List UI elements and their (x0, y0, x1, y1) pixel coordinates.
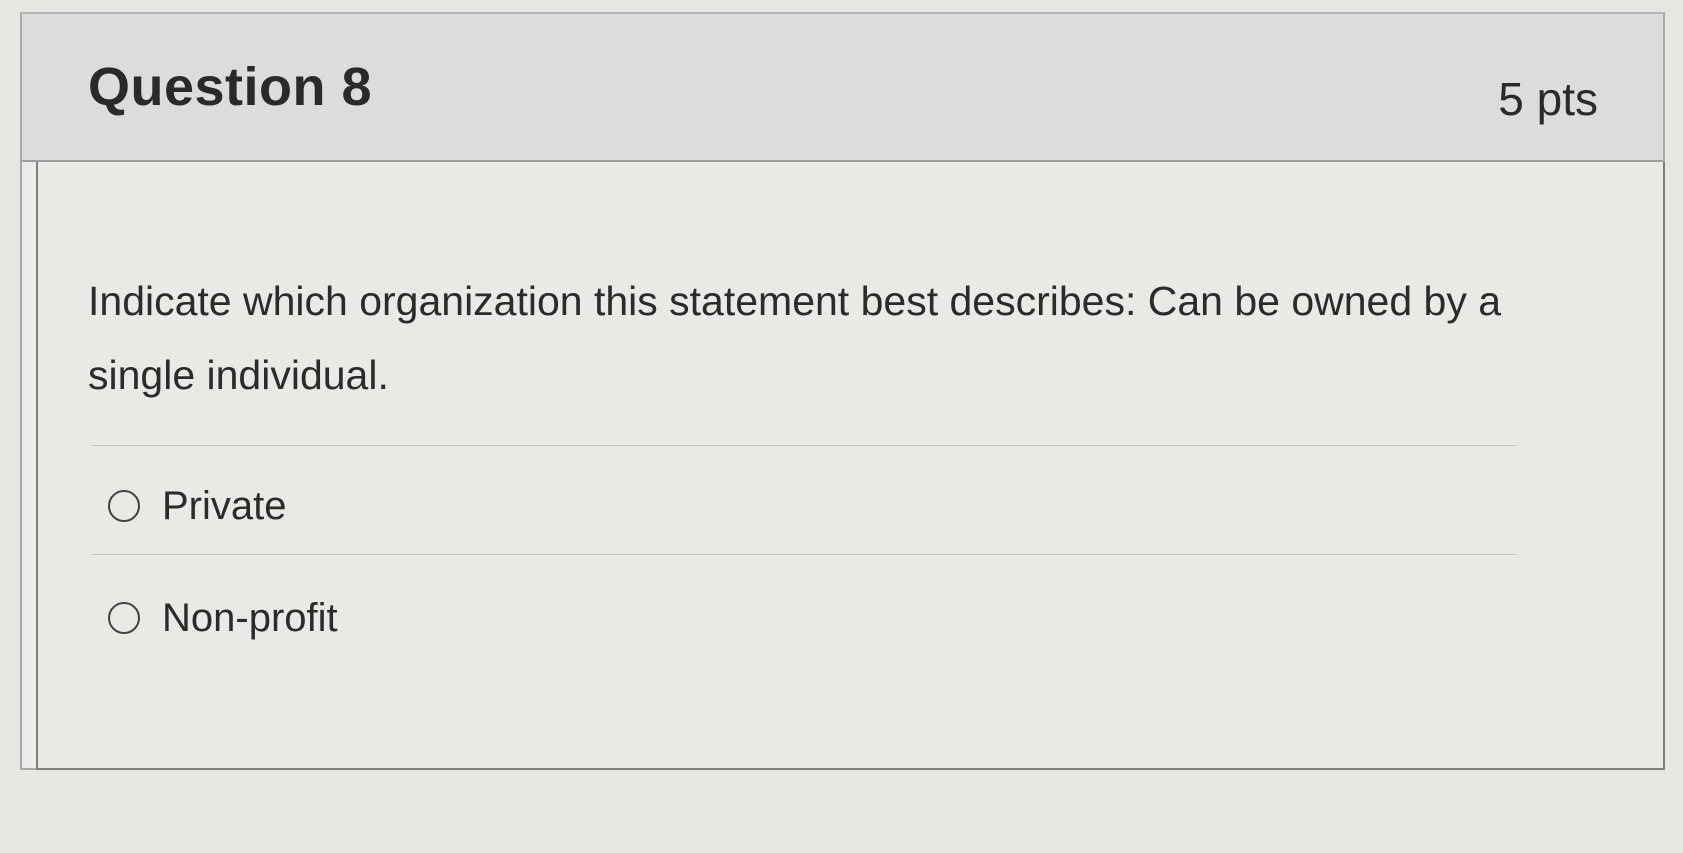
radio-button-icon[interactable] (108, 490, 140, 522)
answer-option-non-profit[interactable]: Non-profit (108, 589, 338, 647)
answer-divider (92, 445, 1516, 446)
question-header: Question 8 5 pts (22, 14, 1663, 162)
question-text: Indicate which organization this stateme… (88, 278, 1502, 398)
answer-label: Non-profit (162, 595, 338, 640)
question-card: Question 8 5 pts Indicate which organiza… (20, 12, 1665, 770)
answer-divider (92, 554, 1516, 555)
question-points: 5 pts (1498, 73, 1598, 125)
question-title: Question 8 (88, 57, 373, 117)
answer-label: Private (162, 483, 287, 528)
radio-button-icon[interactable] (108, 602, 140, 634)
answer-option-private[interactable]: Private (108, 477, 287, 535)
question-body: Indicate which organization this stateme… (36, 162, 1665, 770)
